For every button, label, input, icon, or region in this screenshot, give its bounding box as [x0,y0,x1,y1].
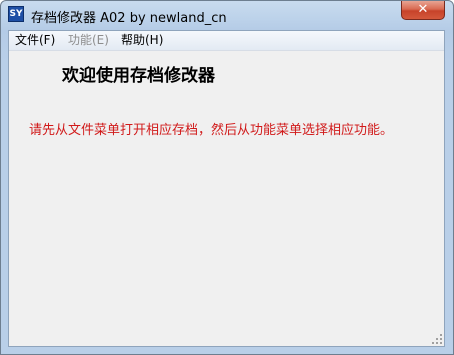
resize-grip-icon[interactable] [432,334,442,344]
menu-help[interactable]: 帮助(H) [121,33,163,48]
main-window: SY 存档修改器 A02 by newland_cn ✕ 文件(F) 功能(E)… [0,0,454,355]
content-panel: 欢迎使用存档修改器 请先从文件菜单打开相应存档，然后从功能菜单选择相应功能。 [9,51,444,346]
menu-bar: 文件(F) 功能(E) 帮助(H) [9,31,444,51]
menu-function[interactable]: 功能(E) [68,33,109,48]
window-title: 存档修改器 A02 by newland_cn [31,11,227,26]
app-icon[interactable]: SY [8,6,24,22]
client-area: 文件(F) 功能(E) 帮助(H) 欢迎使用存档修改器 请先从文件菜单打开相应存… [8,30,445,347]
menu-file[interactable]: 文件(F) [15,33,55,48]
title-bar[interactable]: SY 存档修改器 A02 by newland_cn ✕ [1,1,453,30]
welcome-heading: 欢迎使用存档修改器 [62,66,215,86]
close-button[interactable]: ✕ [401,1,445,20]
instruction-text: 请先从文件菜单打开相应存档，然后从功能菜单选择相应功能。 [29,123,394,138]
